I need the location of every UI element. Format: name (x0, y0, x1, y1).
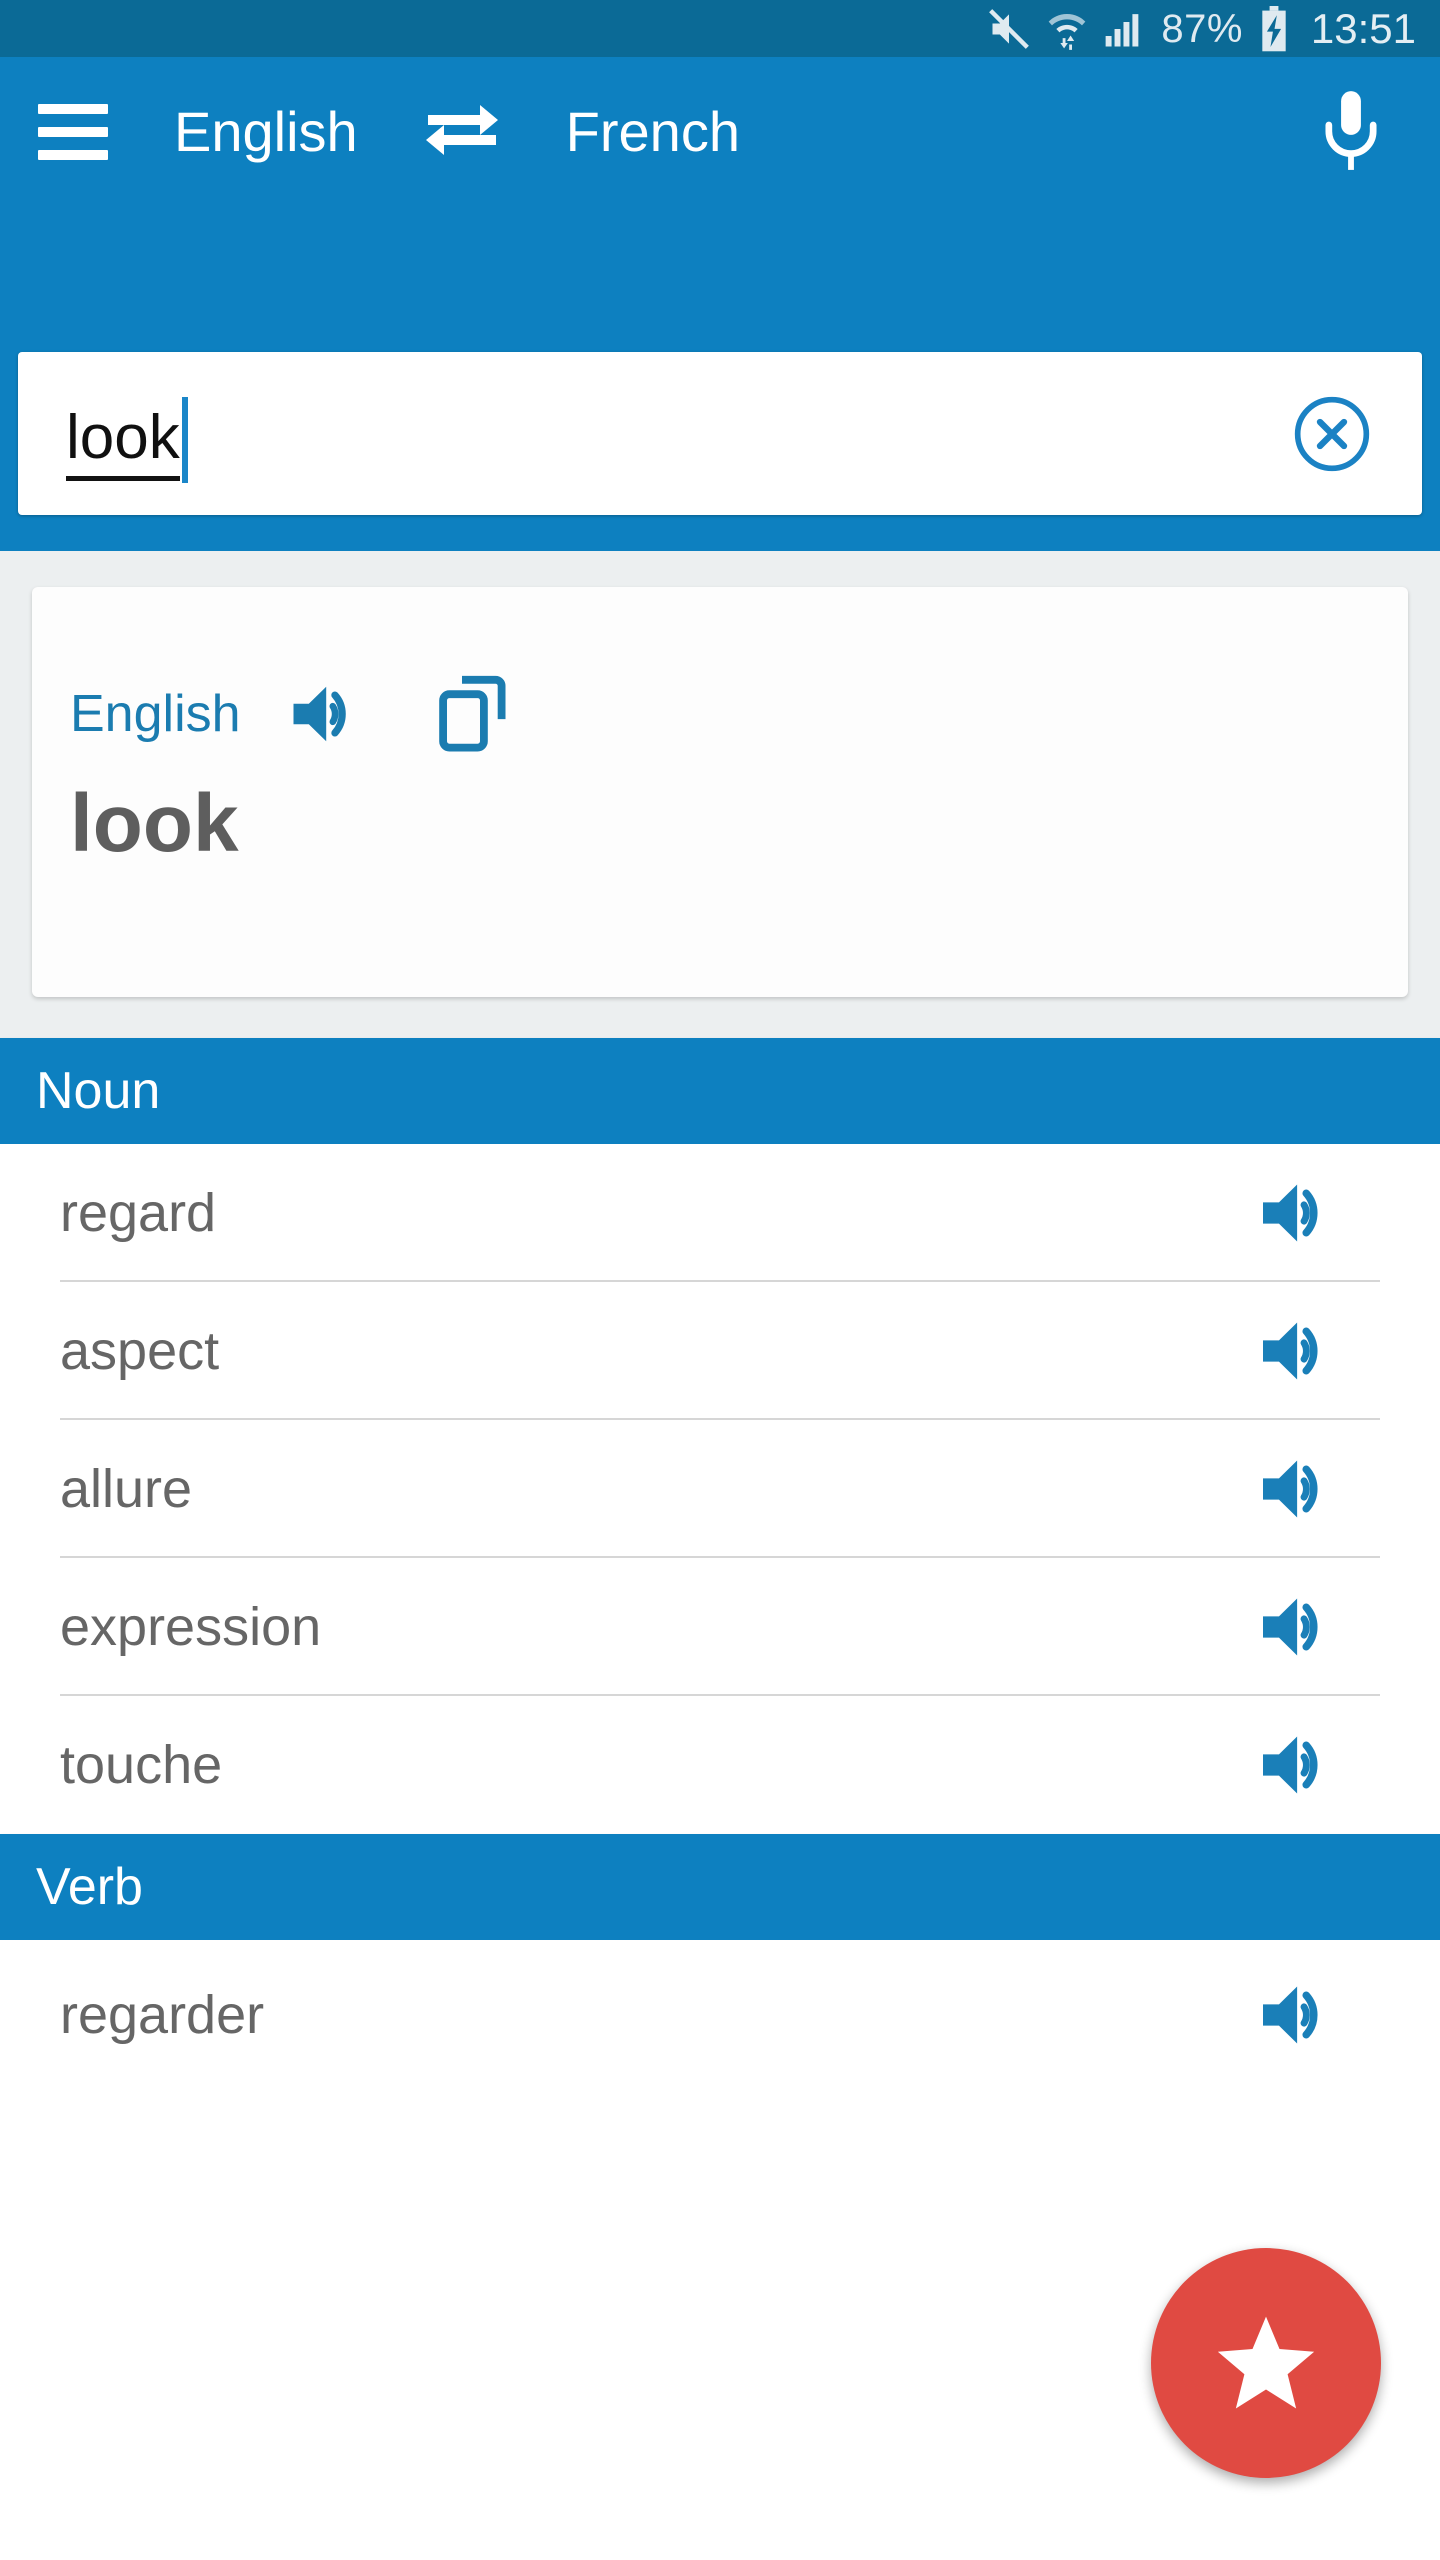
mute-icon (987, 7, 1031, 51)
section-title: Verb (36, 1858, 143, 1916)
speaker-icon (289, 679, 367, 749)
section-header-noun: Noun (0, 1038, 1440, 1144)
headword-card-header: English (70, 675, 513, 753)
star-icon (1212, 2311, 1320, 2415)
clear-circle-icon (1292, 394, 1372, 474)
hamburger-bar (38, 104, 108, 114)
clock-label: 13:51 (1310, 4, 1416, 52)
speaker-icon (1258, 1979, 1340, 2051)
hamburger-menu-icon[interactable] (28, 87, 118, 177)
voice-input-button[interactable] (1308, 89, 1394, 175)
card-language-label: English (70, 685, 241, 743)
list-item[interactable]: aspect (0, 1282, 1440, 1420)
clear-search-button[interactable] (1292, 394, 1372, 474)
search-input[interactable]: look (66, 407, 180, 481)
results-list-noun: regard aspect allure expression touche (0, 1144, 1440, 1834)
list-item[interactable]: allure (0, 1420, 1440, 1558)
list-item[interactable]: expression (0, 1558, 1440, 1696)
search-text-zone[interactable]: look (66, 352, 188, 515)
speaker-icon (1258, 1453, 1340, 1525)
speak-translation-button[interactable] (1258, 1448, 1340, 1530)
speaker-icon (1258, 1591, 1340, 1663)
copy-headword-button[interactable] (435, 675, 513, 753)
section-title: Noun (36, 1062, 161, 1120)
translation-word: allure (60, 1459, 193, 1519)
speak-translation-button[interactable] (1258, 1586, 1340, 1668)
list-item[interactable]: regard (0, 1144, 1440, 1282)
toolbar: English French (0, 57, 1440, 207)
copy-icon (436, 675, 512, 753)
headword-text: look (70, 778, 239, 869)
favorite-fab-button[interactable] (1151, 2248, 1381, 2478)
speaker-icon (1258, 1177, 1340, 1249)
speak-translation-button[interactable] (1258, 1172, 1340, 1254)
headword-card[interactable]: English look (32, 587, 1408, 997)
app-bar: English French look (0, 57, 1440, 551)
translation-word: aspect (60, 1321, 220, 1381)
battery-charging-icon (1259, 5, 1289, 52)
list-item[interactable]: touche (0, 1696, 1440, 1834)
status-bar: 87% 13:51 (0, 0, 1440, 57)
section-header-verb: Verb (0, 1834, 1440, 1940)
speak-translation-button[interactable] (1258, 1974, 1340, 2056)
speaker-icon (1258, 1315, 1340, 1387)
hamburger-bar (38, 150, 108, 160)
microphone-icon (1316, 88, 1386, 176)
translation-word: touche (60, 1735, 223, 1795)
translation-word: expression (60, 1597, 322, 1657)
swap-arrows-icon (424, 101, 500, 163)
target-language-button[interactable]: French (566, 104, 740, 160)
wifi-transfer-icon (1047, 7, 1087, 51)
text-caret (181, 397, 188, 483)
status-bar-icons: 87% 13:51 (987, 4, 1416, 52)
cellular-signal-icon (1103, 8, 1145, 50)
speak-translation-button[interactable] (1258, 1724, 1340, 1806)
speak-translation-button[interactable] (1258, 1310, 1340, 1392)
speaker-icon (1258, 1729, 1340, 1801)
battery-percent-label: 87% (1161, 6, 1243, 51)
speak-headword-button[interactable] (289, 675, 367, 753)
source-language-button[interactable]: English (174, 104, 358, 160)
search-field[interactable]: look (18, 352, 1422, 515)
translation-word: regarder (60, 1985, 265, 2045)
hamburger-bar (38, 127, 108, 137)
translation-word: regard (60, 1183, 217, 1243)
swap-languages-button[interactable] (424, 94, 500, 170)
list-item[interactable]: regarder (0, 1940, 1440, 2090)
